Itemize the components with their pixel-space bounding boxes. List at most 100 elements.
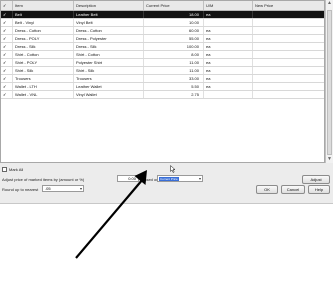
cell-item: Dress - Cotton: [13, 27, 74, 34]
mark-all-label: Mark All: [9, 167, 24, 172]
table-row[interactable]: ✓ Belt Leather Belt 18.00 ea: [1, 11, 324, 19]
cell-price: 10.00: [144, 19, 204, 26]
cell-check[interactable]: ✓: [1, 67, 13, 74]
table-row[interactable]: ✓ Wallet - LTH Leather Wallet 5.50 ea: [1, 83, 324, 91]
cell-new[interactable]: [253, 91, 324, 98]
round-value: .05: [45, 186, 51, 191]
cell-description: Trousers: [74, 75, 144, 82]
cell-um: ea: [204, 59, 253, 66]
cell-check[interactable]: ✓: [1, 11, 13, 18]
header-item[interactable]: Item: [13, 1, 74, 10]
cell-check[interactable]: ✓: [1, 75, 13, 82]
header-description[interactable]: Description: [74, 1, 144, 10]
cell-description: Vinyl Belt: [74, 19, 144, 26]
help-button[interactable]: Help: [308, 185, 330, 194]
adjust-label: Adjust price of marked items by (amount …: [2, 177, 85, 182]
header-um[interactable]: U/M: [204, 1, 253, 10]
cell-um: ea: [204, 67, 253, 74]
cell-price: 60.00: [144, 27, 204, 34]
cell-item: Belt - Vinyl: [13, 19, 74, 26]
cell-um: ea: [204, 83, 253, 90]
cell-price: 33.00: [144, 75, 204, 82]
cell-item: Belt: [13, 11, 74, 18]
cell-check[interactable]: ✓: [1, 91, 13, 98]
cell-new[interactable]: [253, 75, 324, 82]
table-row[interactable]: ✓ Dress - Cotton Dress - Cotton 60.00 ea: [1, 27, 324, 35]
cell-price: 55.00: [144, 35, 204, 42]
cell-description: Dress - Cotton: [74, 27, 144, 34]
round-dropdown[interactable]: .05 ▾: [42, 185, 84, 192]
cell-item: Wallet - VNL: [13, 91, 74, 98]
cell-price: 8.00: [144, 51, 204, 58]
chevron-down-icon: ▾: [79, 186, 82, 191]
cell-new[interactable]: [253, 35, 324, 42]
cell-description: Vinyl Wallet: [74, 91, 144, 98]
table-row[interactable]: ✓ Wallet - VNL Vinyl Wallet 2.75: [1, 91, 324, 99]
cell-check[interactable]: ✓: [1, 83, 13, 90]
cell-new[interactable]: [253, 11, 324, 18]
table-row[interactable]: ✓ Dress - POLY Dress - Polyester 55.00 ea: [1, 35, 324, 43]
cell-new[interactable]: [253, 51, 324, 58]
cell-new[interactable]: [253, 27, 324, 34]
mouse-pointer-icon: [170, 165, 176, 173]
cell-price: 18.00: [144, 11, 204, 18]
cell-check[interactable]: ✓: [1, 43, 13, 50]
cell-description: Polyester Shirt: [74, 59, 144, 66]
cell-new[interactable]: [253, 83, 324, 90]
item-price-grid: ✓ Item Description Current Price U/M New…: [0, 0, 325, 163]
table-row[interactable]: ✓ Belt - Vinyl Vinyl Belt 10.00: [1, 19, 324, 27]
table-row[interactable]: ✓ Shirt - Cotton Shirt - Cotton 8.00 ea: [1, 51, 324, 59]
cell-description: Dress - Polyester: [74, 35, 144, 42]
cell-item: Trousers: [13, 75, 74, 82]
cell-price: 11.00: [144, 59, 204, 66]
cell-description: Shirt - Cotton: [74, 51, 144, 58]
vertical-scrollbar[interactable]: ▲ ▼: [325, 0, 333, 163]
cell-item: Shirt - Cotton: [13, 51, 74, 58]
mark-all-checkbox[interactable]: [2, 167, 7, 172]
header-current-price[interactable]: Current Price: [144, 1, 204, 10]
header-check[interactable]: ✓: [1, 1, 13, 10]
based-on-label: based on: [142, 177, 159, 182]
cell-item: Shirt - Silk: [13, 67, 74, 74]
cell-item: Wallet - LTH: [13, 83, 74, 90]
adjust-amount-input[interactable]: 0.00: [117, 175, 139, 182]
table-row[interactable]: ✓ Shirt - Silk Shirt - Silk 11.00 ea: [1, 67, 324, 75]
cancel-button[interactable]: Cancel: [281, 185, 305, 194]
table-row[interactable]: ✓ Dress - Silk Dress - Silk 100.00 ea: [1, 43, 324, 51]
cell-description: Leather Belt: [74, 11, 144, 18]
cell-check[interactable]: ✓: [1, 59, 13, 66]
cell-check[interactable]: ✓: [1, 51, 13, 58]
based-on-dropdown[interactable]: Current Price ▾: [157, 175, 203, 182]
cell-item: Dress - POLY: [13, 35, 74, 42]
cell-check[interactable]: ✓: [1, 19, 13, 26]
cell-um: [204, 91, 253, 98]
cell-description: Shirt - Silk: [74, 67, 144, 74]
cell-um: ea: [204, 11, 253, 18]
cell-item: Dress - Silk: [13, 43, 74, 50]
cell-new[interactable]: [253, 43, 324, 50]
header-new-price[interactable]: New Price: [253, 1, 324, 10]
based-on-value: Current Price: [160, 177, 178, 181]
cell-new[interactable]: [253, 59, 324, 66]
cell-new[interactable]: [253, 67, 324, 74]
cell-um: ea: [204, 35, 253, 42]
table-row[interactable]: ✓ Trousers Trousers 33.00 ea: [1, 75, 324, 83]
cell-check[interactable]: ✓: [1, 27, 13, 34]
cell-description: Leather Wallet: [74, 83, 144, 90]
cell-um: ea: [204, 51, 253, 58]
ok-button[interactable]: OK: [256, 185, 278, 194]
chevron-down-icon: ▾: [198, 176, 201, 181]
adjust-button[interactable]: Adjust: [302, 175, 330, 184]
cell-check[interactable]: ✓: [1, 35, 13, 42]
table-row[interactable]: ✓ Shirt - POLY Polyester Shirt 11.00 ea: [1, 59, 324, 67]
cell-description: Dress - Silk: [74, 43, 144, 50]
scroll-thumb[interactable]: [327, 10, 332, 155]
cell-price: 100.00: [144, 43, 204, 50]
cell-um: [204, 19, 253, 26]
change-item-prices-window: ✓ Item Description Current Price U/M New…: [0, 0, 333, 204]
cell-item: Shirt - POLY: [13, 59, 74, 66]
cell-new[interactable]: [253, 19, 324, 26]
scroll-down-icon[interactable]: ▼: [326, 156, 333, 163]
cell-price: 11.00: [144, 67, 204, 74]
scroll-up-icon[interactable]: ▲: [326, 0, 333, 7]
